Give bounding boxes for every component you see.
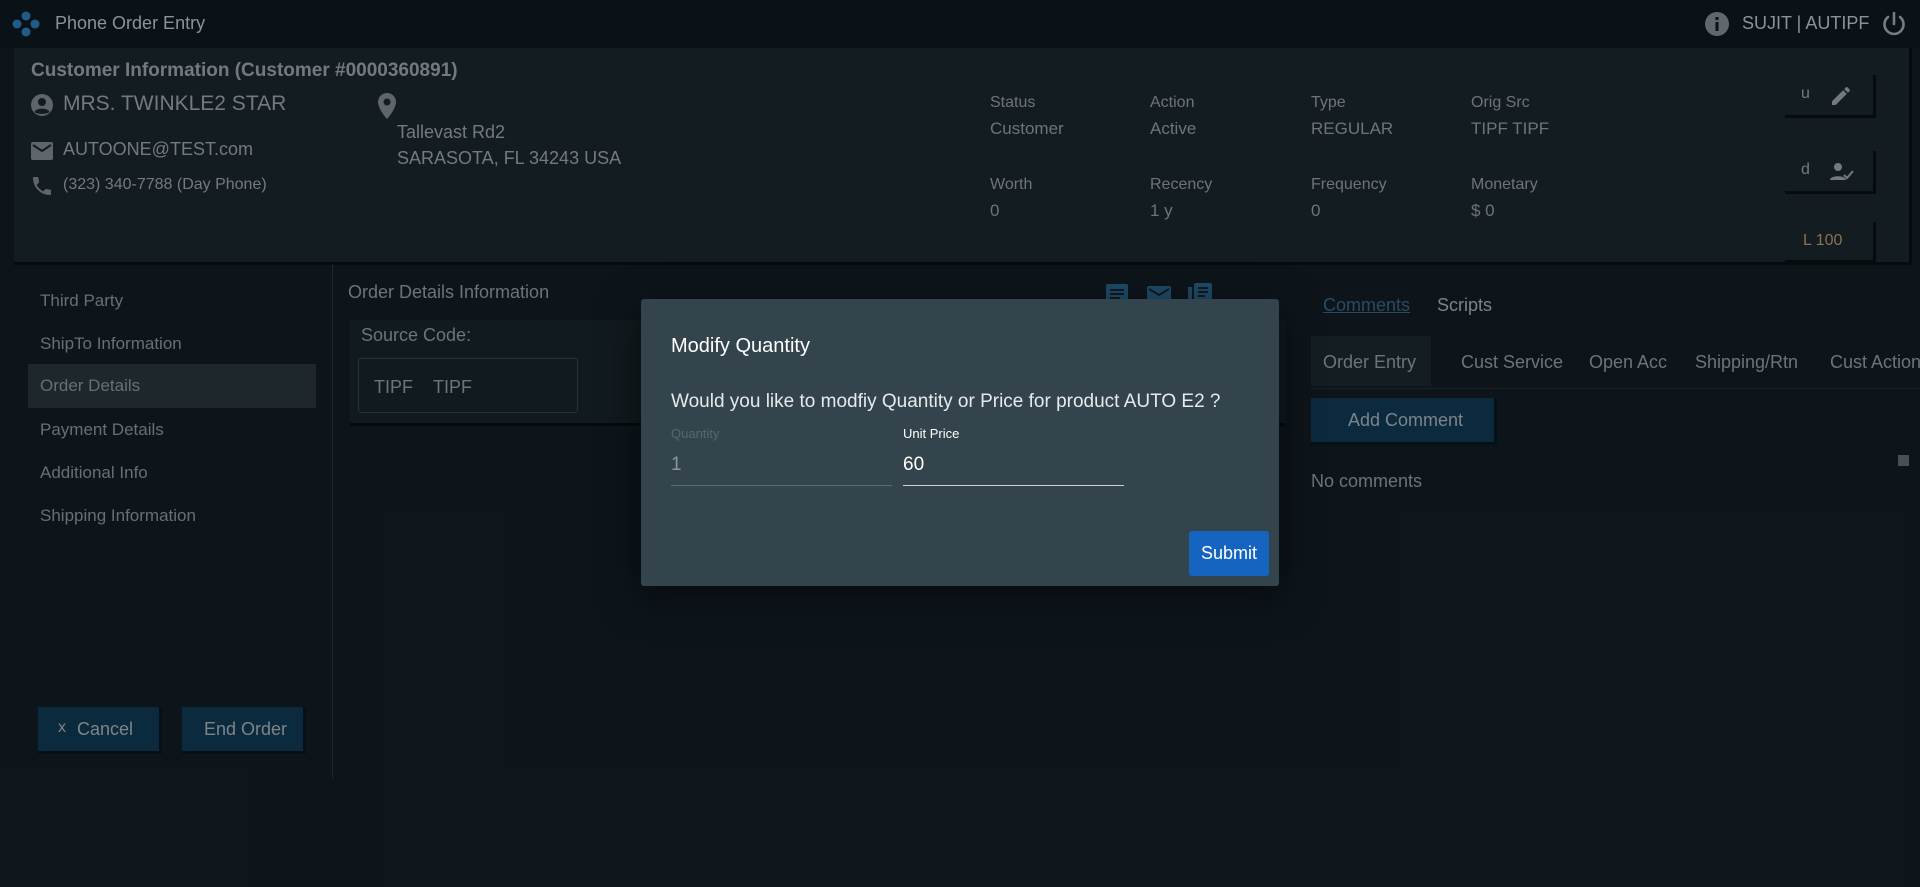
unit-price-label: Unit Price	[903, 426, 960, 441]
submit-button[interactable]: Submit	[1189, 531, 1269, 576]
quantity-input[interactable]	[671, 445, 892, 486]
modify-quantity-dialog: Modify Quantity Would you like to modfiy…	[641, 299, 1279, 586]
dialog-title: Modify Quantity	[671, 335, 810, 357]
unit-price-input[interactable]	[903, 445, 1124, 486]
dialog-message: Would you like to modfiy Quantity or Pri…	[671, 391, 1221, 412]
quantity-label: Quantity	[671, 426, 720, 441]
